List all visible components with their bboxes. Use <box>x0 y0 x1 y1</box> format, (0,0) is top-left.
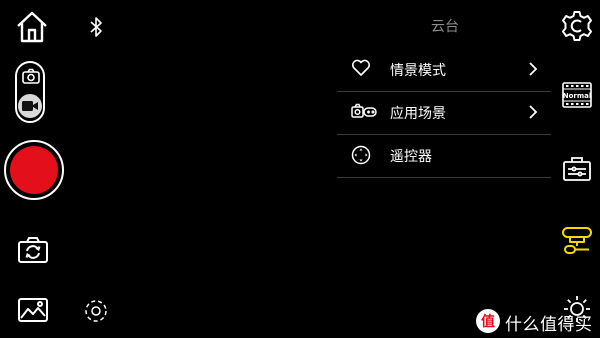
shutter-button[interactable] <box>4 140 64 200</box>
heart-icon <box>351 59 371 77</box>
shutter-core <box>10 146 58 194</box>
watermark-text: 什么值得买 <box>505 315 593 335</box>
remote-control-icon <box>351 145 371 165</box>
video-mode-knob[interactable] <box>18 94 42 118</box>
gimbal-mode-icon[interactable] <box>561 225 593 257</box>
photo-video-mode-toggle[interactable] <box>15 61 45 123</box>
menu-item-application-scene[interactable]: 应用场景 <box>337 91 551 135</box>
toolbox-icon[interactable] <box>562 156 592 182</box>
menu-item-label: 遥控器 <box>390 149 432 165</box>
home-icon[interactable] <box>15 10 49 44</box>
menu-item-label: 应用场景 <box>390 106 446 122</box>
normal-label: Normal <box>563 92 592 100</box>
menu-item-label: 情景模式 <box>390 63 446 79</box>
chevron-right-icon <box>528 61 538 77</box>
video-camera-icon <box>22 100 38 112</box>
menu-item-remote-control[interactable]: 遥控器 <box>337 134 551 178</box>
menu-item-scene-mode[interactable]: 情景模式 <box>337 48 551 92</box>
focus-target-icon[interactable] <box>83 298 109 324</box>
chevron-right-icon <box>528 104 538 120</box>
normal-mode-button[interactable]: Normal <box>562 82 592 112</box>
settings-gear-icon[interactable] <box>561 10 593 42</box>
svg-text:值: 值 <box>481 313 495 330</box>
gallery-icon[interactable] <box>17 297 49 323</box>
film-strip-icon: Normal <box>562 82 592 108</box>
switch-camera-icon[interactable] <box>17 236 49 264</box>
panel-title: 云台 <box>431 19 459 35</box>
camera-gamepad-icon <box>351 102 377 120</box>
photo-camera-icon <box>22 68 40 84</box>
bluetooth-icon <box>88 16 104 38</box>
watermark-logo: 值 <box>476 309 500 333</box>
